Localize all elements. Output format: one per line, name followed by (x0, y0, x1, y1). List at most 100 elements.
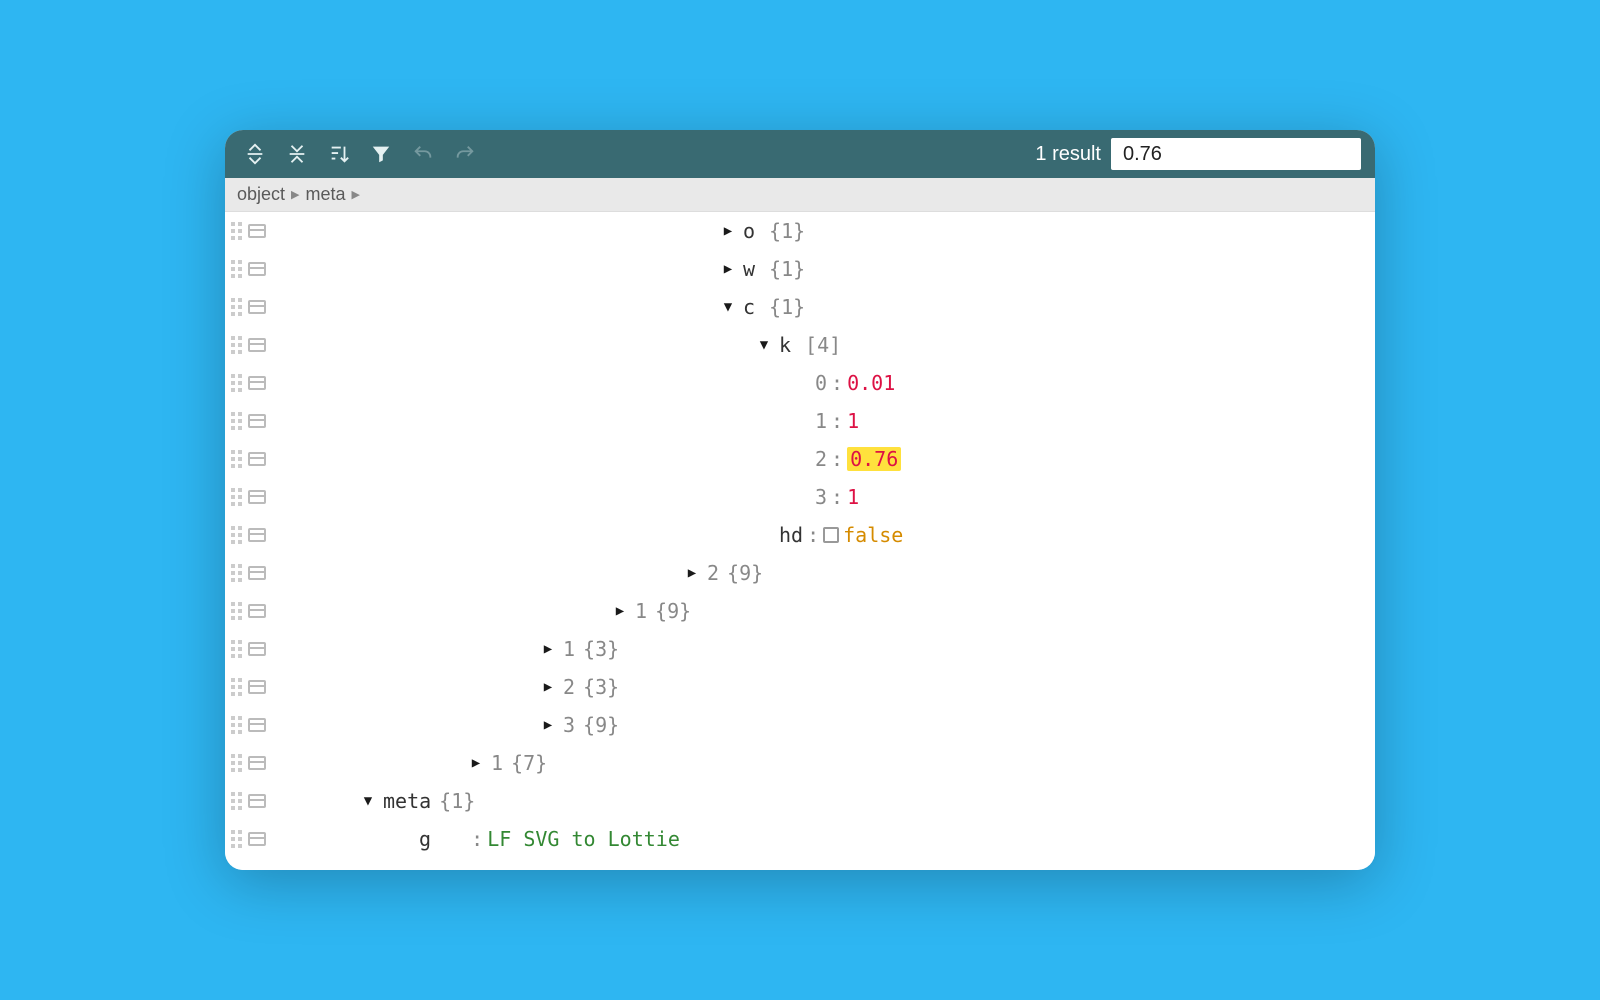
expand-all-button[interactable] (239, 138, 271, 170)
search-result-count: 1 result (1035, 143, 1101, 166)
chevron-right-icon: ▶ (291, 188, 299, 201)
search-input[interactable] (1123, 138, 1375, 170)
tree-row-content[interactable]: ▼k[4] (289, 333, 841, 357)
tree-row-content[interactable]: ▶3{9} (289, 713, 619, 737)
tree-value[interactable]: LF SVG to Lottie (487, 827, 680, 851)
expand-toggle-icon[interactable]: ▶ (685, 565, 699, 581)
expand-toggle-icon[interactable]: ▶ (613, 603, 627, 619)
tree-row-content[interactable]: ▶1{9} (289, 599, 691, 623)
editor-window: 1 result object ▶ meta ▶ ▶ o {1} ▶w{1} ▼c{1}… (225, 130, 1375, 870)
tree-row-content[interactable]: ▶1{7} (289, 751, 547, 775)
tree-value[interactable]: 0.76 (847, 447, 901, 471)
filter-button[interactable] (365, 138, 397, 170)
drag-handle-icon[interactable] (231, 564, 242, 582)
tree-row-content[interactable]: ▶o{1} (289, 219, 805, 243)
tree-size-badge: {1} (439, 789, 475, 813)
colon-separator: : (807, 523, 819, 547)
expand-toggle-icon[interactable]: ▶ (541, 717, 555, 733)
json-tree[interactable]: ▶o{1}▶w{1}▼c{1}▼k[4]0:0.011:12:0.763:1hd… (225, 212, 1375, 870)
tree-value[interactable]: 1 (847, 409, 859, 433)
expand-toggle-icon[interactable]: ▶ (541, 679, 555, 695)
row-type-icon (248, 718, 266, 732)
drag-handle-icon[interactable] (231, 412, 242, 430)
drag-handle-icon[interactable] (231, 298, 242, 316)
colon-separator: : (831, 371, 843, 395)
tree-index: 0 (815, 371, 827, 395)
row-type-icon (248, 300, 266, 314)
tree-row: ▶2{3} (225, 668, 1375, 706)
row-gutter (225, 488, 289, 506)
drag-handle-icon[interactable] (231, 488, 242, 506)
toolbar: 1 result (225, 130, 1375, 178)
tree-row-content[interactable]: ▶w{1} (289, 257, 805, 281)
tree-row-content[interactable]: ▶2{3} (289, 675, 619, 699)
collapse-toggle-icon[interactable]: ▼ (721, 299, 735, 315)
tree-row-content[interactable]: ▼ meta {1} (289, 789, 475, 813)
tree-value[interactable]: 0.01 (847, 371, 895, 395)
undo-button[interactable] (407, 138, 439, 170)
drag-handle-icon[interactable] (231, 374, 242, 392)
expand-toggle-icon[interactable]: ▶ (721, 223, 735, 239)
tree-row: 0:0.01 (225, 364, 1375, 402)
drag-handle-icon[interactable] (231, 602, 242, 620)
tree-row: ▶ 2 {9} (225, 554, 1375, 592)
drag-handle-icon[interactable] (231, 830, 242, 848)
tree-key: meta (383, 789, 431, 813)
tree-row: 2:0.76 (225, 440, 1375, 478)
colon-separator: : (831, 409, 843, 433)
row-type-icon (248, 490, 266, 504)
tree-size-badge: {9} (655, 599, 691, 623)
drag-handle-icon[interactable] (231, 222, 242, 240)
breadcrumb-segment[interactable]: meta (306, 184, 346, 205)
tree-row-content[interactable]: ▶1{3} (289, 637, 619, 661)
tree-row-content[interactable]: ▶ 2 {9} (289, 561, 763, 585)
sort-button[interactable] (323, 138, 355, 170)
tree-index: 1 (815, 409, 827, 433)
drag-handle-icon[interactable] (231, 792, 242, 810)
tree-row: 1:1 (225, 402, 1375, 440)
drag-handle-icon[interactable] (231, 260, 242, 278)
tree-value[interactable]: 1 (847, 485, 859, 509)
expand-toggle-icon[interactable]: ▶ (721, 261, 735, 277)
row-gutter (225, 374, 289, 392)
redo-button[interactable] (449, 138, 481, 170)
drag-handle-icon[interactable] (231, 526, 242, 544)
tree-row-content[interactable]: 0:0.01 (289, 371, 895, 395)
tree-row: ▶1{3} (225, 630, 1375, 668)
collapse-all-button[interactable] (281, 138, 313, 170)
expand-toggle-icon[interactable]: ▶ (541, 641, 555, 657)
tree-size-badge: {9} (727, 561, 763, 585)
drag-handle-icon[interactable] (231, 450, 242, 468)
drag-handle-icon[interactable] (231, 640, 242, 658)
tree-key: o (743, 219, 755, 243)
row-type-icon (248, 224, 266, 238)
row-type-icon (248, 528, 266, 542)
row-type-icon (248, 680, 266, 694)
tree-value[interactable]: false (843, 523, 903, 547)
row-gutter (225, 830, 289, 848)
expand-toggle-icon[interactable]: ▶ (469, 755, 483, 771)
tree-row: hd:false (225, 516, 1375, 554)
breadcrumb: object ▶ meta ▶ (225, 178, 1375, 212)
breadcrumb-segment[interactable]: object (237, 184, 285, 205)
tree-row: ▶o{1} (225, 212, 1375, 250)
tree-row-content[interactable]: 3:1 (289, 485, 859, 509)
drag-handle-icon[interactable] (231, 716, 242, 734)
tree-row-content[interactable]: 2:0.76 (289, 447, 901, 471)
tree-size-badge: {1} (769, 295, 805, 319)
drag-handle-icon[interactable] (231, 336, 242, 354)
row-gutter (225, 526, 289, 544)
tree-row-content[interactable]: 1:1 (289, 409, 859, 433)
row-type-icon (248, 414, 266, 428)
collapse-toggle-icon[interactable]: ▼ (757, 337, 771, 353)
tree-row-content[interactable]: ▼c{1} (289, 295, 805, 319)
tree-index: 1 (563, 637, 575, 661)
boolean-checkbox[interactable] (823, 527, 839, 543)
tree-row-content[interactable]: g :LF SVG to Lottie (289, 827, 680, 851)
drag-handle-icon[interactable] (231, 678, 242, 696)
tree-row: ▼c{1} (225, 288, 1375, 326)
tree-index: 2 (707, 561, 719, 585)
collapse-toggle-icon[interactable]: ▼ (361, 793, 375, 809)
tree-row-content[interactable]: hd:false (289, 523, 903, 547)
drag-handle-icon[interactable] (231, 754, 242, 772)
